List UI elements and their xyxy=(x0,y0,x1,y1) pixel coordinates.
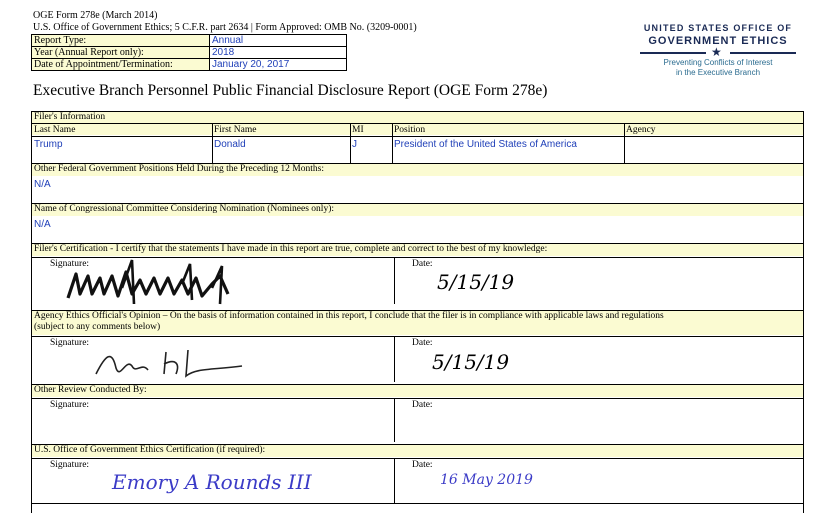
oge-cert-label: U.S. Office of Government Ethics Certifi… xyxy=(32,444,803,457)
office-line: U.S. Office of Government Ethics; 5 C.F.… xyxy=(33,22,417,33)
logo-tagline-2: in the Executive Branch xyxy=(675,68,761,77)
oge-date-label: Date: xyxy=(412,460,433,470)
cert-date-value: 5/15/19 xyxy=(437,270,515,294)
agency-signature-label: Signature: xyxy=(50,338,90,348)
agency-opinion-label-2: (subject to any comments below) xyxy=(34,322,161,332)
committee-value[interactable]: N/A xyxy=(34,219,51,230)
meta-value[interactable]: 2018 xyxy=(209,46,347,59)
report-meta-table: Report Type: Annual Year (Annual Report … xyxy=(31,34,347,71)
oge-signature-label: Signature: xyxy=(50,460,90,470)
agency-date-value: 5/15/19 xyxy=(432,350,510,374)
meta-label: Year (Annual Report only): xyxy=(31,46,210,59)
agency-signature xyxy=(95,349,243,378)
filer-section-header: Filer's Information xyxy=(32,111,803,123)
oge-logo: UNITED STATES OFFICE OF GOVERNMENT ETHIC… xyxy=(628,22,808,78)
agency-opinion-label: Agency Ethics Official's Opinion – On th… xyxy=(34,311,664,321)
other-review-label: Other Review Conducted By: xyxy=(32,384,803,397)
filer-last-name[interactable]: Trump xyxy=(34,139,63,150)
meta-label: Report Type: xyxy=(31,34,210,47)
meta-row: Year (Annual Report only): 2018 xyxy=(31,46,347,59)
agency-opinion-header: Agency Ethics Official's Opinion – On th… xyxy=(32,310,803,335)
other-positions-value[interactable]: N/A xyxy=(34,179,51,190)
review-date-label: Date: xyxy=(412,400,433,410)
logo-rule: ★ xyxy=(628,45,808,59)
review-signature-label: Signature: xyxy=(50,400,90,410)
meta-row: Date of Appointment/Termination: January… xyxy=(31,58,347,71)
cert-date-label: Date: xyxy=(412,259,433,269)
oge-date-value: 16 May 2019 xyxy=(440,472,533,488)
other-positions-label: Other Federal Government Positions Held … xyxy=(32,163,803,176)
filer-mi[interactable]: J xyxy=(352,139,357,150)
meta-label: Date of Appointment/Termination: xyxy=(31,58,210,71)
filer-first-name[interactable]: Donald xyxy=(214,139,246,150)
disclosure-form: Filer's Information Last Name First Name… xyxy=(31,111,804,513)
committee-label: Name of Congressional Committee Consider… xyxy=(32,203,803,216)
col-agency: Agency xyxy=(626,125,656,135)
agency-date-label: Date: xyxy=(412,338,433,348)
filer-position[interactable]: President of the United States of Americ… xyxy=(394,139,577,150)
meta-value[interactable]: Annual xyxy=(209,34,347,47)
filer-signature xyxy=(66,259,230,305)
meta-row: Report Type: Annual xyxy=(31,34,347,47)
page-title: Executive Branch Personnel Public Financ… xyxy=(33,82,548,99)
form-id: OGE Form 278e (March 2014) xyxy=(33,10,158,21)
meta-value[interactable]: January 20, 2017 xyxy=(209,58,347,71)
star-icon: ★ xyxy=(711,45,722,59)
logo-line1: UNITED STATES OFFICE OF xyxy=(643,23,793,33)
logo-tagline-1: Preventing Conflicts of Interest xyxy=(663,58,773,67)
oge-signature: Emory A Rounds III xyxy=(112,470,312,494)
